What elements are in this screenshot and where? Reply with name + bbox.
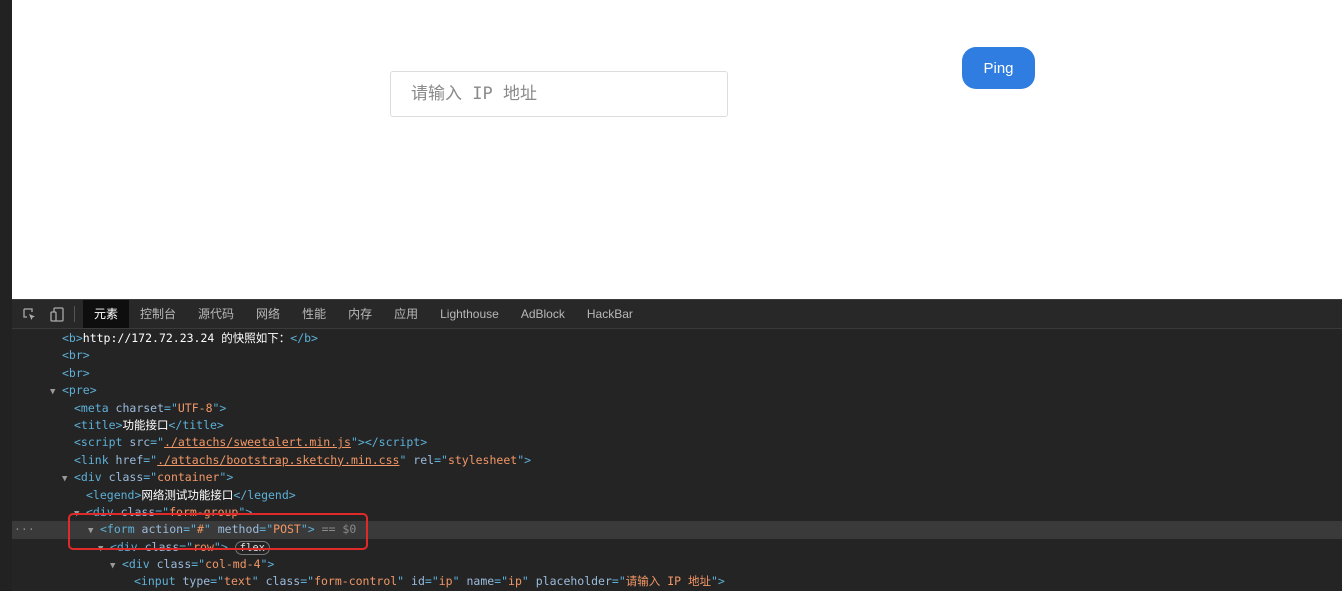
dom-tree: <b>http://172.72.23.24 的快照如下：</b> <br> <… <box>12 329 1342 591</box>
tab-application[interactable]: 应用 <box>383 300 429 328</box>
dom-line[interactable]: <title>功能接口</title> <box>74 417 1342 434</box>
dom-line[interactable]: <br> <box>62 347 1342 364</box>
expand-triangle-icon[interactable]: ▼ <box>50 384 62 401</box>
tab-sources[interactable]: 源代码 <box>187 300 245 328</box>
dom-line[interactable]: <legend>网络测试功能接口</legend> <box>86 487 1342 504</box>
tab-elements[interactable]: 元素 <box>83 300 130 328</box>
dom-line[interactable]: <input type="text" class="form-control" … <box>134 573 1342 590</box>
expand-triangle-icon[interactable]: ▼ <box>62 471 74 488</box>
tab-adblock[interactable]: AdBlock <box>510 300 576 328</box>
tab-console[interactable]: 控制台 <box>129 300 187 328</box>
device-toolbar-icon[interactable] <box>46 304 68 324</box>
more-options-icon[interactable]: ··· <box>14 521 35 538</box>
expand-triangle-icon[interactable]: ▼ <box>110 558 122 575</box>
tab-hackbar[interactable]: HackBar <box>576 300 644 328</box>
dom-line[interactable]: ▼ <div class="col-md-4"> <box>110 556 1342 573</box>
tab-network[interactable]: 网络 <box>245 300 291 328</box>
toolbar-divider <box>74 306 75 322</box>
dom-line[interactable]: <link href="./attachs/bootstrap.sketchy.… <box>74 452 1342 469</box>
dom-line[interactable]: <script src="./attachs/sweetalert.min.js… <box>74 434 1342 451</box>
dom-line[interactable]: <br> <box>62 365 1342 382</box>
highlight-annotation-box <box>68 513 368 550</box>
ping-button[interactable]: Ping <box>962 47 1035 89</box>
page-viewport: Ping <box>12 0 1342 299</box>
tab-memory[interactable]: 内存 <box>337 300 383 328</box>
inspect-element-icon[interactable] <box>18 304 40 324</box>
devtools-toolbar: 元素 控制台 源代码 网络 性能 内存 应用 Lighthouse AdBloc… <box>12 300 1342 329</box>
ip-input[interactable] <box>390 71 728 117</box>
dom-line[interactable]: ▼ <pre> <box>50 382 1342 399</box>
dom-line[interactable]: <meta charset="UTF-8"> <box>74 400 1342 417</box>
tab-lighthouse[interactable]: Lighthouse <box>429 300 510 328</box>
window-edge <box>0 0 12 590</box>
dom-line[interactable]: <b>http://172.72.23.24 的快照如下：</b> <box>62 330 1342 347</box>
dom-line[interactable]: ▼ <div class="container"> <box>62 469 1342 486</box>
tab-performance[interactable]: 性能 <box>291 300 337 328</box>
